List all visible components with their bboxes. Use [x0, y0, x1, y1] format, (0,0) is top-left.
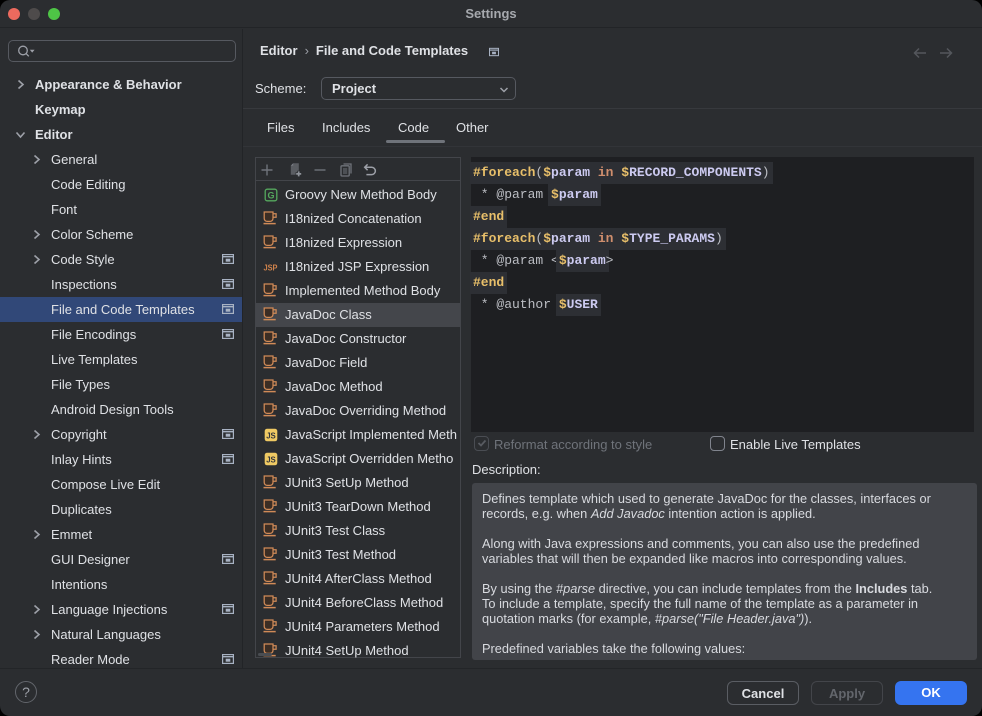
svg-text:JS: JS — [266, 455, 276, 464]
svg-text:G: G — [267, 190, 274, 200]
svg-text:JSP: JSP — [264, 263, 278, 273]
svg-text:JS: JS — [266, 431, 276, 440]
